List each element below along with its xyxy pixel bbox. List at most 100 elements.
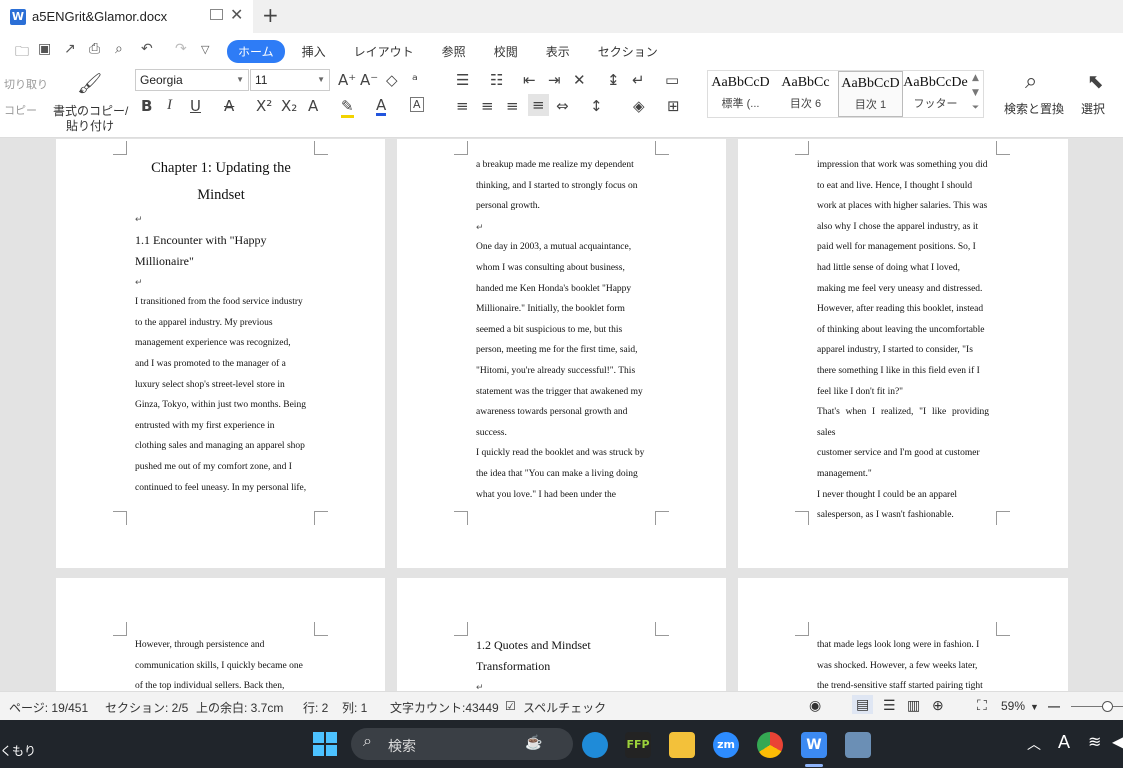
highlight-icon[interactable]: ✎ <box>341 97 354 118</box>
zoom-out-icon[interactable]: — <box>1048 699 1060 713</box>
select-button[interactable]: 選択 <box>1081 100 1105 117</box>
document-tab[interactable]: W a5ENGrit&Glamor.docx ✕ <box>0 0 253 33</box>
zoom-slider[interactable] <box>1071 706 1123 707</box>
tray-chevron-icon[interactable]: ︿ <box>1027 734 1041 754</box>
tab-references[interactable]: 参照 <box>431 40 477 63</box>
zoom-level[interactable]: 59% <box>1001 699 1025 713</box>
tab-home[interactable]: ホーム <box>227 40 285 63</box>
fit-page-icon[interactable]: ⛶ <box>977 697 987 714</box>
format-painter-icon[interactable]: 🖌 <box>77 71 102 95</box>
print-preview-icon[interactable]: ⌕ <box>115 41 123 57</box>
page-1[interactable]: Chapter 1: Updating the Mindset ↵ 1.1 En… <box>56 139 385 568</box>
word-count[interactable]: 文字カウント:43449 <box>390 699 499 716</box>
style-toc-6[interactable]: AaBbCc 目次 6 <box>773 71 838 117</box>
clear-format-icon[interactable]: ◇ <box>386 71 398 89</box>
borders-icon[interactable]: ⊞ <box>667 97 680 115</box>
section-indicator[interactable]: セクション: 2/5 <box>105 699 188 716</box>
export-icon[interactable]: ↗ <box>64 41 76 57</box>
tab-view[interactable]: 表示 <box>535 40 581 63</box>
decrease-font-icon[interactable]: A⁻ <box>360 71 378 89</box>
customize-dropdown-icon[interactable]: ▽ <box>201 43 209 56</box>
text-direction-icon[interactable]: ✕ <box>573 71 586 89</box>
style-footer[interactable]: AaBbCcDe フッター <box>903 71 968 117</box>
volume-icon[interactable]: ◀ <box>1112 732 1123 751</box>
bold-icon[interactable]: B <box>141 97 152 115</box>
decrease-indent-icon[interactable]: ⇤ <box>523 71 536 89</box>
text-effect-icon[interactable]: A <box>308 97 318 115</box>
wps-writer-icon[interactable]: W <box>801 732 827 758</box>
select-pointer-icon[interactable]: ⬉ <box>1087 69 1104 93</box>
increase-indent-icon[interactable]: ⇥ <box>548 71 561 89</box>
line-spacing-icon[interactable]: ↕ <box>590 97 603 115</box>
page-5[interactable]: 1.2 Quotes and Mindset Transformation ↵ <box>397 578 726 691</box>
strikethrough-icon[interactable]: A <box>224 97 234 115</box>
style-normal[interactable]: AaBbCcD 標準 (... <box>708 71 773 117</box>
close-icon[interactable]: ✕ <box>230 5 243 24</box>
page-indicator[interactable]: ページ: 19/451 <box>9 699 88 716</box>
file-explorer-icon[interactable] <box>669 732 695 758</box>
italic-icon[interactable]: I <box>167 97 172 114</box>
increase-font-icon[interactable]: A⁺ <box>338 71 356 89</box>
styles-scroll-up-icon[interactable]: ▲ <box>972 73 979 83</box>
find-replace-button[interactable]: 検索と置換 <box>1004 100 1064 117</box>
weather-label[interactable]: くもり <box>0 742 36 759</box>
ruler-icon[interactable]: ▭ <box>665 71 679 89</box>
subscript-icon[interactable]: X₂ <box>281 97 297 115</box>
chrome-icon[interactable] <box>757 732 783 758</box>
bullet-list-icon[interactable]: ☰ <box>456 71 469 89</box>
search-icon[interactable]: ⌕ <box>1025 69 1037 94</box>
page-view-icon[interactable]: ▤ <box>852 695 874 714</box>
sort-icon[interactable]: ↨ <box>607 71 620 89</box>
spellcheck-checkbox-icon[interactable]: ☑ <box>505 699 516 713</box>
align-center-icon[interactable]: ≡ <box>481 97 494 115</box>
page-6[interactable]: that made legs look long were in fashion… <box>738 578 1068 691</box>
underline-icon[interactable]: U <box>190 97 201 115</box>
shading-icon[interactable]: ◈ <box>633 97 645 115</box>
edge-icon[interactable] <box>582 732 608 758</box>
align-left-icon[interactable]: ≡ <box>456 97 469 115</box>
distributed-icon[interactable]: ⇔ <box>556 97 569 115</box>
print-icon[interactable]: ⎙ <box>89 41 100 57</box>
page-3[interactable]: impression that work was something you d… <box>738 139 1068 568</box>
superscript-icon[interactable]: X² <box>256 97 272 115</box>
style-toc-1[interactable]: AaBbCcD 目次 1 <box>838 71 903 117</box>
phonetic-guide-icon[interactable]: ᵃ <box>412 71 418 89</box>
start-windows-icon[interactable] <box>313 732 337 756</box>
reading-view-icon[interactable]: ▥ <box>907 697 920 714</box>
tab-insert[interactable]: 挿入 <box>291 40 337 63</box>
tab-layout[interactable]: レイアウト <box>343 40 425 63</box>
zoom-app-icon[interactable]: zm <box>713 732 739 758</box>
float-window-icon[interactable] <box>210 9 223 20</box>
justify-icon[interactable]: ≡ <box>528 94 549 116</box>
spellcheck-label[interactable]: スペルチェック <box>523 699 606 716</box>
tab-review[interactable]: 校閲 <box>483 40 529 63</box>
font-name-select[interactable]: Georgia ▼ <box>135 69 249 91</box>
outline-view-icon[interactable]: ☰ <box>883 697 896 714</box>
styles-scroll-down-icon[interactable]: ▼ <box>972 88 979 98</box>
tab-section[interactable]: セクション <box>587 40 669 63</box>
open-folder-icon[interactable]: 🗀 <box>15 41 29 65</box>
new-tab-plus-icon[interactable]: + <box>262 3 279 27</box>
numbered-list-icon[interactable]: ☷ <box>490 71 503 89</box>
eye-protection-icon[interactable]: ◉ <box>809 697 821 714</box>
taskbar-search[interactable]: ⌕ 検索 ☕ <box>351 728 573 760</box>
wifi-icon[interactable]: ≋ <box>1088 732 1101 751</box>
align-right-icon[interactable]: ≡ <box>506 97 519 115</box>
web-view-icon[interactable]: ⊕ <box>932 697 944 714</box>
ime-indicator-icon[interactable]: A <box>1058 732 1070 753</box>
zoom-dropdown-icon[interactable]: ▼ <box>1030 702 1039 712</box>
copy-button[interactable]: コピー <box>4 102 37 118</box>
zoom-slider-thumb[interactable] <box>1102 701 1113 712</box>
save-icon[interactable]: ▣ <box>38 41 51 57</box>
cut-button[interactable]: 切り取り <box>4 76 48 92</box>
show-marks-icon[interactable]: ↵ <box>632 71 645 89</box>
document-area[interactable]: Chapter 1: Updating the Mindset ↵ 1.1 En… <box>0 139 1123 691</box>
ftp-app-icon[interactable]: FFP <box>625 732 651 758</box>
screenshot-tool-icon[interactable] <box>845 732 871 758</box>
undo-icon[interactable]: ↶ <box>141 41 153 57</box>
styles-expand-icon[interactable]: ⏷ <box>972 103 979 113</box>
format-painter-label-2[interactable]: 貼り付け <box>66 117 114 134</box>
font-color-icon[interactable]: A <box>376 97 387 116</box>
redo-icon[interactable]: ↷ <box>175 41 187 57</box>
font-size-select[interactable]: 11 ▼ <box>250 69 330 91</box>
